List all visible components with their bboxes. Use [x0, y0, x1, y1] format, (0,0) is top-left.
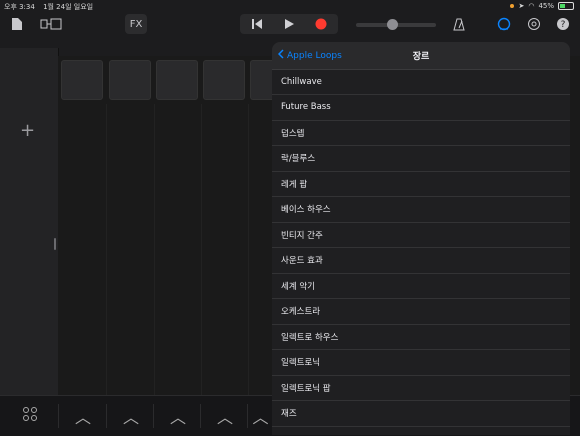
- genre-item-vintage-break[interactable]: 빈티지 간주: [272, 223, 570, 248]
- transport-controls: [240, 14, 338, 34]
- rewind-icon[interactable]: [244, 14, 270, 34]
- genre-list: Chillwave Future Bass 덥스텝 락/블루스 레게 팝 베이스…: [272, 70, 570, 427]
- loop-cell[interactable]: [109, 60, 151, 100]
- genre-item-electro-house[interactable]: 일렉트로 하우스: [272, 325, 570, 350]
- track-header-column: +: [0, 48, 59, 395]
- genre-item-sound-effects[interactable]: 사운드 효과: [272, 248, 570, 274]
- genre-item-reggae-pop[interactable]: 레게 팝: [272, 172, 570, 197]
- document-icon[interactable]: [8, 14, 26, 34]
- fx-button[interactable]: FX: [125, 14, 147, 34]
- view-toggle-icon[interactable]: [38, 14, 64, 34]
- record-button[interactable]: [308, 14, 334, 34]
- toolbar: FX ?: [0, 12, 580, 36]
- popover-header: Apple Loops 장르: [272, 42, 570, 70]
- popover-title: 장르: [412, 52, 430, 62]
- volume-knob[interactable]: [387, 19, 398, 30]
- svg-text:?: ?: [561, 20, 566, 30]
- status-time: 오후 3:34: [4, 3, 35, 11]
- column-trigger-chevron-icon[interactable]: ︿: [153, 404, 202, 428]
- add-track-icon[interactable]: +: [20, 120, 35, 141]
- genre-item-chillwave[interactable]: Chillwave: [272, 70, 570, 95]
- column-trigger-chevron-icon[interactable]: ︿: [200, 404, 249, 428]
- loop-grid-icon[interactable]: [22, 406, 38, 426]
- status-battery: 45%: [538, 2, 554, 10]
- master-volume-slider[interactable]: [356, 19, 436, 30]
- column-divider: [154, 104, 155, 395]
- genre-item-dubstep[interactable]: 덥스텝: [272, 121, 570, 146]
- genre-item-electronic-pop[interactable]: 일렉트로닉 팝: [272, 376, 570, 401]
- genre-item-future-bass[interactable]: Future Bass: [272, 95, 570, 121]
- help-icon[interactable]: ?: [553, 14, 573, 34]
- column-divider: [106, 104, 107, 395]
- play-icon[interactable]: [276, 14, 302, 34]
- genre-item-electronic[interactable]: 일렉트로닉: [272, 350, 570, 376]
- resize-handle[interactable]: [54, 238, 56, 250]
- mic-indicator-icon: [510, 4, 515, 8]
- genre-item-bass-house[interactable]: 베이스 하우스: [272, 197, 570, 223]
- genre-item-rock-blues[interactable]: 락/블루스: [272, 146, 570, 172]
- settings-icon[interactable]: [524, 14, 544, 34]
- genre-item-jazz[interactable]: 재즈: [272, 401, 570, 427]
- loop-cell[interactable]: [203, 60, 245, 100]
- wifi-icon: ◠: [528, 2, 535, 10]
- loop-browser-icon[interactable]: [494, 14, 514, 34]
- column-trigger-chevron-icon[interactable]: ︿: [106, 404, 155, 428]
- column-trigger-chevron-icon[interactable]: ︿: [247, 404, 273, 428]
- genre-item-world[interactable]: 세계 악기: [272, 274, 570, 299]
- apple-loops-popover: Apple Loops 장르 Chillwave Future Bass 덥스텝…: [272, 42, 570, 435]
- genre-item-orchestra[interactable]: 오케스트라: [272, 299, 570, 325]
- loop-cell[interactable]: [156, 60, 198, 100]
- loop-cell[interactable]: [61, 60, 103, 100]
- battery-icon: [558, 2, 574, 10]
- status-bar: 오후 3:34 1월 24일 일요일 ➤ ◠ 45%: [0, 0, 580, 12]
- column-divider: [201, 104, 202, 395]
- status-date: 1월 24일 일요일: [43, 3, 94, 11]
- metronome-icon[interactable]: [450, 14, 468, 34]
- location-icon: ➤: [518, 2, 525, 10]
- column-divider: [248, 104, 249, 395]
- column-trigger-chevron-icon[interactable]: ︿: [58, 404, 107, 428]
